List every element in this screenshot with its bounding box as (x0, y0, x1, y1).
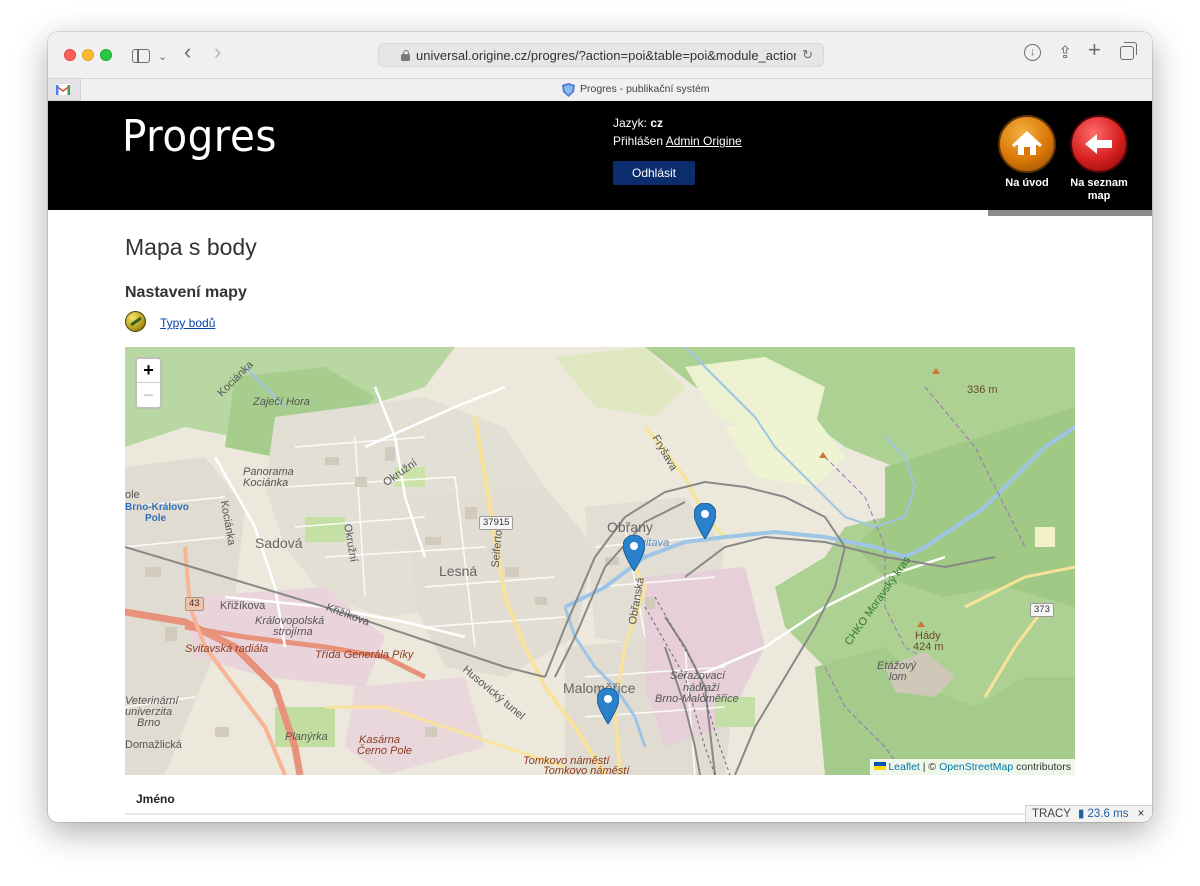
home-nav-label: Na úvod (1005, 177, 1049, 189)
browser-window: ⌄ ‹ › universal.origine.cz/progres/?acti… (48, 32, 1152, 822)
language-label: Jazyk: (613, 116, 648, 130)
tracy-logo[interactable]: TRACY (1032, 808, 1071, 820)
site-logo[interactable]: Progres (122, 111, 277, 162)
map-label-ole: ole (125, 489, 140, 501)
map-label-cerno-pole: Černo Pole (357, 745, 413, 757)
map-label-sadova: Sadová (255, 535, 303, 551)
tab-overview-icon[interactable] (1120, 42, 1137, 60)
sidebar-toggle-icon[interactable] (132, 49, 150, 63)
logged-label: Přihlášen (613, 134, 664, 148)
map-marker[interactable] (694, 503, 716, 539)
map-label-m336: 336 m (967, 384, 998, 396)
map-marker[interactable] (623, 535, 645, 571)
map-label-lesna: Lesná (439, 563, 478, 579)
logout-button[interactable]: Odhlásit (613, 161, 695, 185)
map-label-krizikova: Křižíkova (220, 600, 266, 612)
tracy-close-button[interactable]: × (1138, 808, 1145, 820)
map-label-serazovaci: Seřazovací (670, 670, 726, 682)
map-marker[interactable] (597, 688, 619, 724)
road-shield-373: 373 (1030, 603, 1054, 617)
map-label-strojirna: strojírna (273, 626, 313, 638)
attribution-suffix: contributors (1013, 761, 1071, 773)
site-header: Progres Jazyk: cz Přihlášen Admin Origin… (48, 101, 1152, 210)
url-text[interactable]: universal.origine.cz/progres/?action=poi… (416, 48, 796, 63)
road-shield-37915: 37915 (479, 516, 514, 530)
tab-title: Progres - publikační systém (580, 83, 710, 95)
zoom-out-button[interactable]: − (137, 384, 160, 407)
section-title: Nastavení mapy (125, 284, 247, 301)
leaflet-link[interactable]: Leaflet (888, 761, 920, 773)
language-value: cz (650, 116, 664, 130)
lock-icon (401, 50, 410, 61)
tracy-time[interactable]: ▮ 23.6 ms (1078, 808, 1128, 820)
reload-icon[interactable]: ↻ (802, 47, 813, 63)
tracy-time-value: 23.6 ms (1087, 808, 1129, 820)
home-nav-button[interactable]: Na úvod (994, 115, 1060, 190)
home-icon (998, 115, 1056, 173)
column-header-name[interactable]: Jméno (136, 792, 175, 806)
map-label-brno: Brno (137, 717, 161, 729)
map-label-zajeci-hora: Zaječí Hora (253, 396, 310, 408)
map-label-kralovo-pole-1: Brno-Královo (125, 502, 189, 513)
tracy-debug-bar[interactable]: TRACY ▮ 23.6 ms × (1025, 805, 1152, 822)
maximize-window-button[interactable] (100, 49, 112, 61)
language-info: Jazyk: cz (613, 116, 663, 130)
address-bar[interactable]: universal.origine.cz/progres/?action=poi… (378, 43, 824, 67)
page: Progres Jazyk: cz Přihlášen Admin Origin… (48, 101, 1152, 822)
point-types-icon[interactable] (125, 311, 146, 332)
page-title: Mapa s body (125, 234, 257, 260)
chart-icon: ▮ (1077, 808, 1085, 820)
attribution-separator: | © (919, 761, 940, 773)
back-arrow-icon (1070, 115, 1128, 173)
forward-arrow-icon[interactable]: › (214, 41, 221, 63)
map-attribution: Leaflet | © OpenStreetMap contributors (870, 759, 1075, 775)
gmail-icon[interactable] (56, 84, 70, 95)
map-label-planyrka: Planýrka (285, 731, 328, 743)
point-types-link[interactable]: Typy bodů (160, 316, 215, 330)
share-icon[interactable]: ⇪ (1058, 43, 1072, 63)
close-window-button[interactable] (64, 49, 76, 61)
map-label-lom: lom (889, 671, 907, 683)
ukraine-flag-icon (874, 762, 887, 770)
chevron-down-icon[interactable]: ⌄ (158, 47, 167, 67)
browser-toolbar: ⌄ ‹ › universal.origine.cz/progres/?acti… (48, 32, 1152, 78)
new-tab-icon[interactable]: + (1088, 39, 1101, 61)
header-divider (988, 210, 1152, 216)
map-list-nav-label: Na seznam map (1070, 177, 1128, 202)
tab-progres[interactable]: Progres - publikační systém (80, 79, 1152, 101)
tab-bar: Progres - publikační systém (48, 78, 1152, 101)
map-label-hady-height: 424 m (913, 641, 944, 653)
zoom-control: + − (135, 357, 162, 409)
map-label-kocianka: Kociánka (243, 477, 289, 489)
points-table-header: Jméno (125, 785, 1075, 815)
map-label-kralovo-pole-2: Pole (145, 513, 167, 524)
map-list-nav-button[interactable]: Na seznam map (1066, 115, 1132, 203)
map-label-domazlicka: Domažlická (125, 739, 182, 751)
back-arrow-icon[interactable]: ‹ (184, 41, 191, 63)
shield-icon (562, 83, 575, 97)
map-label-tomkovo-2: Tomkovo náměstí (543, 765, 630, 775)
download-icon[interactable]: ↓ (1024, 44, 1041, 61)
osm-link[interactable]: OpenStreetMap (939, 761, 1013, 773)
map-label-trida: Třída Generála Píky (315, 649, 414, 661)
map-label-brno-malomerice: Brno-Maloměřice (655, 693, 739, 705)
map-label-obrany: Obřany (607, 519, 653, 535)
login-info: Přihlášen Admin Origine (613, 134, 742, 148)
map[interactable]: Zaječí Hora Panorama Kociánka ole Brno-K… (125, 347, 1075, 775)
zoom-in-button[interactable]: + (137, 359, 160, 383)
minimize-window-button[interactable] (82, 49, 94, 61)
map-label-svitavska: Svitavská radiála (185, 643, 269, 655)
road-shield-43: 43 (185, 597, 204, 611)
user-name-link[interactable]: Admin Origine (666, 134, 742, 148)
